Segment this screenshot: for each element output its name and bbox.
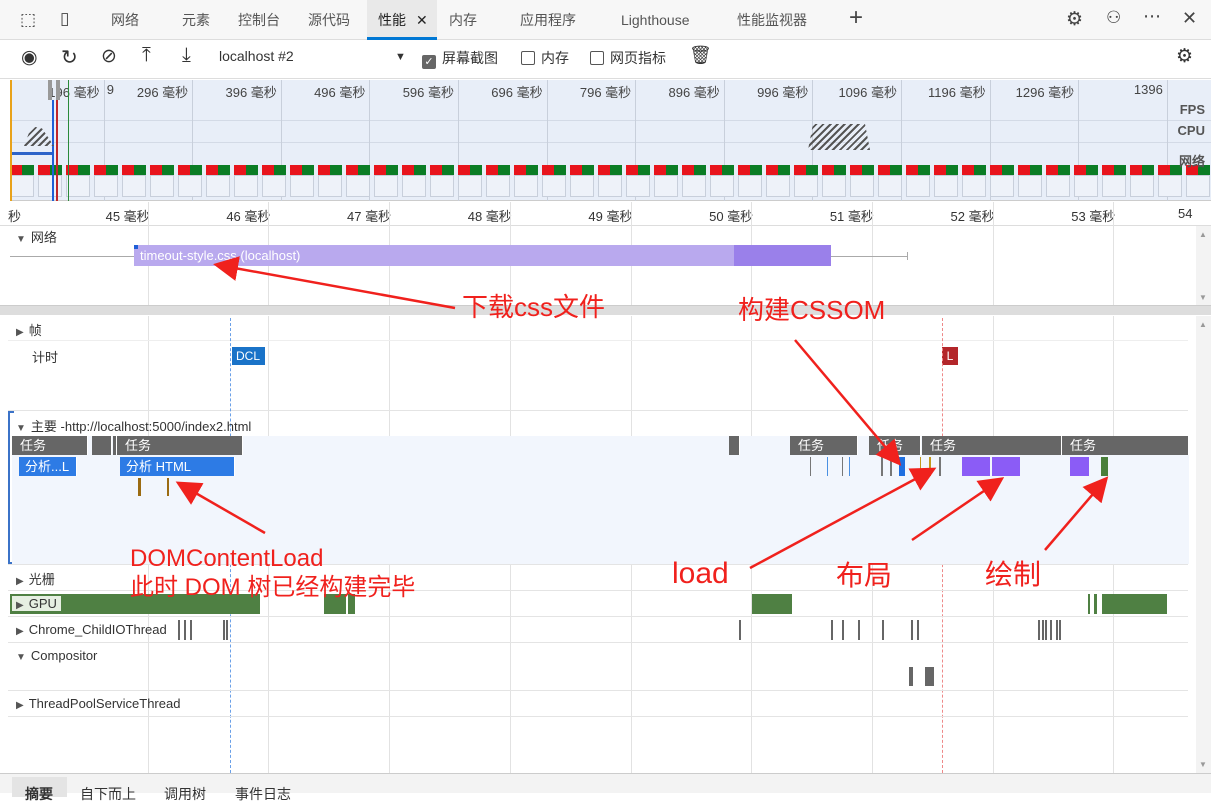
annotation-dcl: DOMContentLoad 此时 DOM 树已经构建完毕 [130, 544, 415, 602]
tab-summary[interactable]: 摘要 [25, 784, 53, 804]
tab-event-log[interactable]: 事件日志 [235, 784, 291, 804]
annotation-layout: 布局 [836, 560, 893, 591]
tab-call-tree[interactable]: 调用树 [164, 784, 206, 804]
annotation-arrows [175, 256, 1109, 570]
annotation-line: DOMContentLoad [130, 545, 324, 572]
annotation-download-css: 下载css文件 [462, 292, 606, 322]
annotation-load: load [672, 557, 729, 590]
details-tab-bar: 摘要 自下而上 调用树 事件日志 [0, 773, 1211, 802]
annotation-build-cssom: 构建CSSOM [738, 295, 886, 325]
annotation-paint: 绘制 [985, 559, 1042, 590]
tab-bottom-up[interactable]: 自下而上 [80, 784, 136, 804]
annotation-line: 此时 DOM 树已经构建完毕 [130, 574, 416, 601]
